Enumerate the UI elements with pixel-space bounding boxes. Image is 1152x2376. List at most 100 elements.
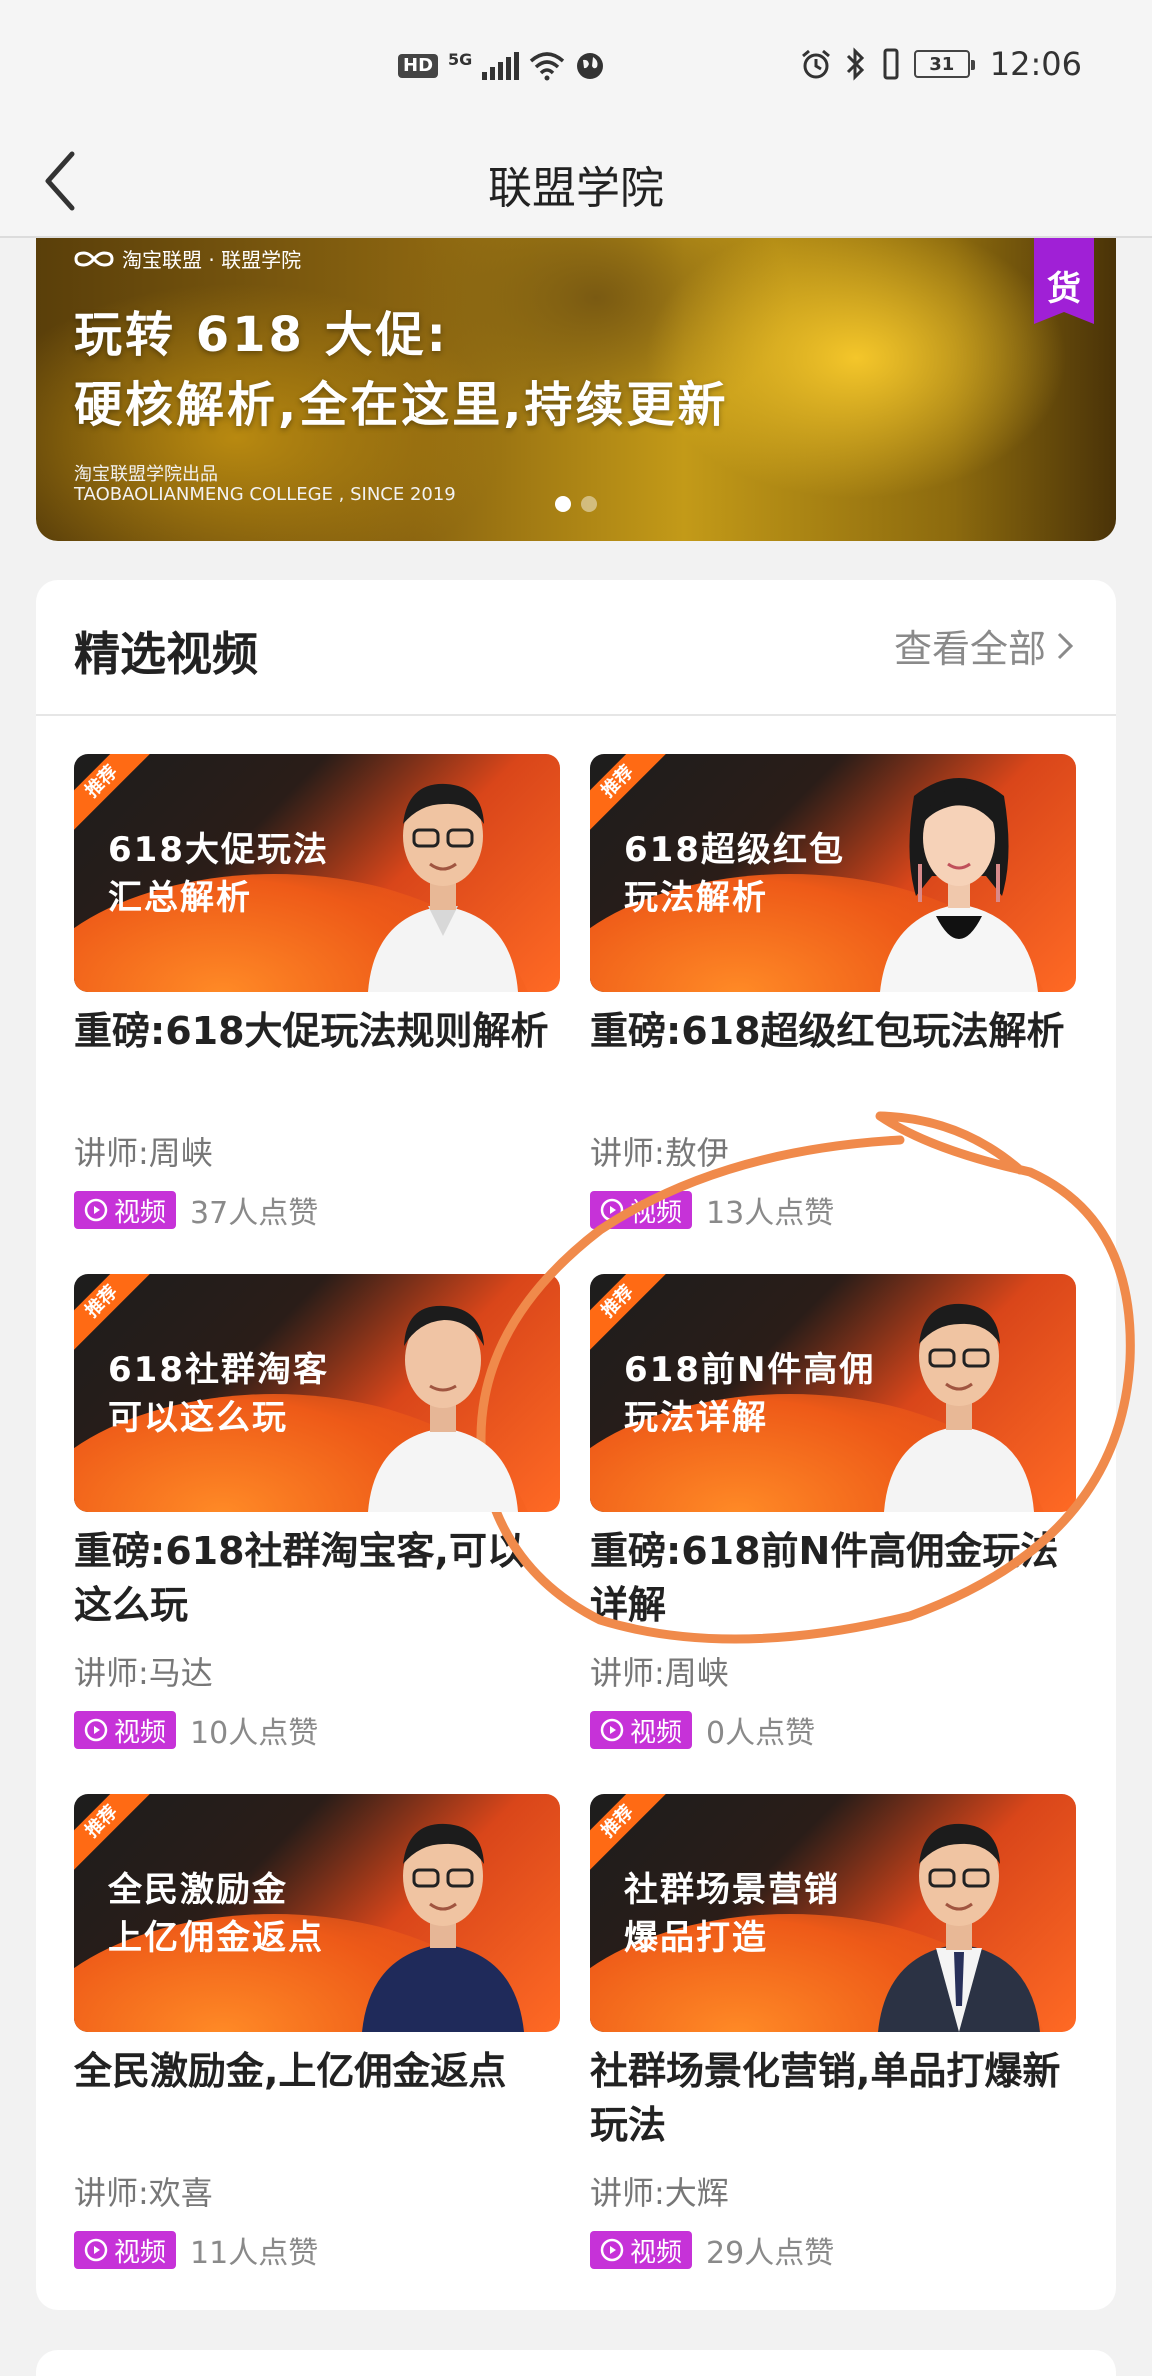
view-all-link[interactable]: 查看全部 [894,618,1074,673]
instructor-name: 讲师:周峡 [74,1134,213,1172]
status-icons-right: 31 12:06 [800,44,1082,84]
thumbnail-caption-line1: 618超级红包 [624,830,845,870]
video-badge-label: 视频 [114,1717,167,1748]
instructor-name: 讲师:大辉 [590,2174,729,2212]
instructor-photo [368,783,518,992]
banner-ribbon: 货 [1034,238,1094,324]
recommend-tag: 推荐 [74,754,155,835]
video-meta: 视频 0人点赞 [590,1708,1076,1752]
video-meta: 视频 13人点赞 [590,1188,1076,1232]
video-title: 全民激励金,上亿佣金返点 [74,2049,507,2093]
video-badge: 视频 [590,2231,693,2269]
carousel-dot[interactable] [555,496,571,512]
video-title: 重磅:618社群淘宝客,可以这么玩 [74,1529,525,1627]
banner-title: 玩转 618 大促: 硬核解析,全在这里,持续更新 [74,300,728,440]
chevron-right-icon [1057,632,1074,659]
recommend-tag: 推荐 [590,1794,671,1875]
play-circle-icon [600,1718,624,1742]
recommend-tag: 推荐 [74,1274,155,1355]
instructor-photo [884,1303,1034,1512]
video-meta: 视频 10人点赞 [74,1708,560,1752]
video-badge-label: 视频 [630,1717,683,1748]
play-circle-icon [84,1198,108,1222]
thumbnail-caption: 社群场景营销 爆品打造 [624,1866,840,1962]
banner-title-line2: 硬核解析,全在这里,持续更新 [74,377,729,433]
status-time: 12:06 [989,45,1082,83]
instructor-name: 讲师:马达 [74,1654,213,1692]
play-circle-icon [600,2238,624,2262]
video-meta: 视频 37人点赞 [74,1188,560,1232]
battery-icon: 31 [913,50,975,78]
thumbnail-caption-line1: 618社群淘客 [108,1350,329,1390]
thumbnail-caption-line1: 社群场景营销 [624,1870,840,1910]
view-all-label: 查看全部 [893,627,1046,671]
section-header: 精选视频 查看全部 [36,580,1116,716]
thumbnail-caption: 618超级红包 玩法解析 [624,826,845,922]
like-count: 10人点赞 [190,1716,319,1751]
globe-icon [577,53,604,79]
wifi-icon [530,52,565,81]
video-badge-label: 视频 [630,1197,683,1228]
video-badge: 视频 [590,1711,693,1749]
vibrate-icon [883,48,899,80]
instructor-photo [362,1823,524,2032]
recommend-tag: 推荐 [590,754,671,835]
video-thumbnail[interactable]: 推荐 618大促玩法 汇总解析 [74,754,560,992]
banner-brand: 淘宝联盟 · 联盟学院 [74,244,301,273]
banner-subtitle: 淘宝联盟学院出品 [74,464,218,485]
video-thumbnail[interactable]: 推荐 618社群淘客 可以这么玩 [74,1274,560,1512]
like-count: 37人点赞 [190,1196,319,1231]
banner-title-line1: 玩转 618 大促: [74,307,449,363]
thumbnail-caption: 全民激励金 上亿佣金返点 [108,1866,324,1962]
video-card[interactable]: 推荐 618社群淘客 可以这么玩 重磅:618社群淘宝客,可以这么玩 讲师:马达 [74,1274,560,1754]
video-thumbnail[interactable]: 推荐 618超级红包 玩法解析 [590,754,1076,992]
carousel-dots [36,496,1116,512]
page-title: 联盟学院 [488,163,664,214]
video-badge-label: 视频 [114,1197,167,1228]
video-badge: 视频 [74,1711,177,1749]
play-circle-icon [600,1198,624,1222]
instructor-name: 讲师:欢喜 [74,2174,213,2212]
thumbnail-caption-line1: 全民激励金 [108,1870,288,1910]
recommend-tag: 推荐 [590,1274,671,1355]
video-meta: 视频 11人点赞 [74,2228,560,2272]
bluetooth-icon [846,47,864,81]
video-card[interactable]: 推荐 618前N件高佣 玩法详解 重磅:618前N件高佣金玩法详解 讲师:周峡 [590,1274,1076,1754]
video-badge-label: 视频 [630,2237,683,2268]
next-section-card [36,2350,1116,2376]
featured-videos-card: 精选视频 查看全部 推荐 618大促玩法 汇总解析 重磅:618大促玩法规则解析… [36,580,1116,2310]
video-card[interactable]: 推荐 618超级红包 玩法解析 重磅:618超级红包玩法解析 讲师:敖伊 视频 … [590,754,1076,1234]
thumbnail-caption-line2: 玩法解析 [624,878,768,918]
signal-icon [482,52,520,80]
status-icons-left: HD 5G [398,46,605,86]
video-card[interactable]: 推荐 社群场景营销 爆品打造 社群场景化营销,单品打爆新玩法 讲师:大辉 视频 … [590,1794,1076,2274]
video-thumbnail[interactable]: 推荐 全民激励金 上亿佣金返点 [74,1794,560,2032]
video-badge: 视频 [590,1191,693,1229]
carousel-dot[interactable] [581,496,597,512]
thumbnail-caption-line2: 汇总解析 [108,878,252,918]
video-thumbnail[interactable]: 推荐 618前N件高佣 玩法详解 [590,1274,1076,1512]
video-thumbnail[interactable]: 推荐 社群场景营销 爆品打造 [590,1794,1076,2032]
video-card[interactable]: 推荐 全民激励金 上亿佣金返点 全民激励金,上亿佣金返点 讲师:欢喜 视频 11… [74,1794,560,2274]
thumbnail-caption: 618前N件高佣 玩法详解 [624,1346,875,1442]
play-circle-icon [84,1718,108,1742]
thumbnail-caption: 618社群淘客 可以这么玩 [108,1346,329,1442]
video-card[interactable]: 推荐 618大促玩法 汇总解析 重磅:618大促玩法规则解析 讲师:周峡 视频 … [74,754,560,1234]
alarm-icon [801,49,830,79]
video-title: 重磅:618前N件高佣金玩法详解 [590,1529,1059,1627]
play-circle-icon [84,2238,108,2262]
video-badge: 视频 [74,1191,177,1229]
like-count: 0人点赞 [706,1716,816,1751]
like-count: 13人点赞 [706,1196,835,1231]
nav-bar: 联盟学院 [0,130,1152,238]
thumbnail-caption-line2: 可以这么玩 [108,1398,288,1438]
instructor-photo [368,1305,518,1512]
thumbnail-caption-line1: 618前N件高佣 [624,1350,876,1390]
thumbnail-caption-line2: 爆品打造 [624,1918,768,1958]
hd-icon: HD [398,54,439,78]
instructor-photo [878,1823,1040,2032]
promo-banner[interactable]: 淘宝联盟 · 联盟学院 玩转 618 大促: 硬核解析,全在这里,持续更新 淘宝… [36,238,1116,541]
like-count: 11人点赞 [190,2236,319,2271]
thumbnail-caption-line2: 上亿佣金返点 [108,1918,324,1958]
video-title: 重磅:618大促玩法规则解析 [74,1009,549,1053]
